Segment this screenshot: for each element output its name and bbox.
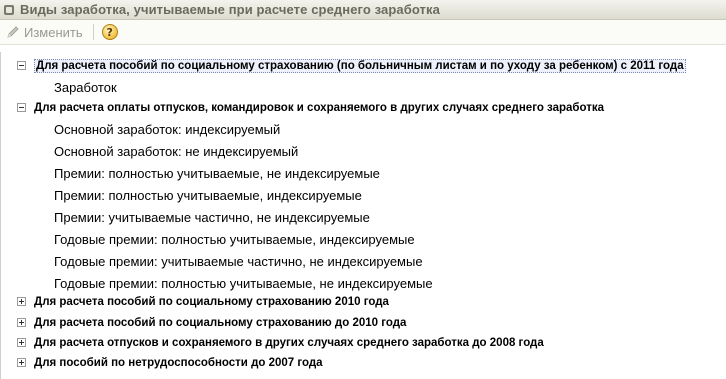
tree-row-label: Для расчета пособий по социальному страх… <box>34 317 407 329</box>
pencil-icon <box>7 26 19 38</box>
tree-row-label: Премии: полностью учитываемые, индексиру… <box>54 187 362 203</box>
tree-group-row[interactable]: Для пособий по нетрудоспособности до 200… <box>1 353 726 373</box>
tree-item-row[interactable]: Основной заработок: индексируемый <box>1 119 726 139</box>
tree-group-row[interactable]: Для расчета пособий по социальному страх… <box>1 56 726 76</box>
window-title: Виды заработка, учитываемые при расчете … <box>20 2 440 17</box>
expand-icon[interactable] <box>17 358 26 367</box>
edit-button-label: Изменить <box>24 24 83 40</box>
tree-item-row[interactable]: Премии: полностью учитываемые, индексиру… <box>1 185 726 205</box>
tree-item-row[interactable]: Годовые премии: полностью учитываемые, н… <box>1 273 726 293</box>
tree-group-row[interactable]: Для расчета пособий по социальному страх… <box>1 292 726 312</box>
tree-group-row[interactable]: Для расчета оплаты отпусков, командирово… <box>1 98 726 118</box>
expand-icon[interactable] <box>17 318 26 327</box>
earnings-tree[interactable]: Для расчета пособий по социальному страх… <box>0 52 726 379</box>
tree-item-row[interactable]: Основной заработок: не индексируемый <box>1 141 726 161</box>
tree-row-label: Для расчета пособий по социальному страх… <box>34 296 389 308</box>
tree-row-label: Для расчета отпусков и сохраняемого в др… <box>34 337 544 349</box>
tree-group-row[interactable]: Для расчета отпусков и сохраняемого в др… <box>1 333 726 353</box>
tree-group-row[interactable]: Для расчета пособий по социальному страх… <box>1 313 726 333</box>
tree-row-label: Для расчета пособий по социальному страх… <box>34 59 686 73</box>
tree-row-label: Основной заработок: не индексируемый <box>54 143 299 159</box>
tree-row-label: Годовые премии: полностью учитываемые, и… <box>54 231 415 247</box>
tree-row-label: Для пособий по нетрудоспособности до 200… <box>34 357 323 369</box>
collapse-icon[interactable] <box>17 61 26 70</box>
collapse-icon[interactable] <box>17 103 26 112</box>
edit-button[interactable]: Изменить <box>6 22 83 42</box>
tree-item-row[interactable]: Премии: учитываемые частично, не индекси… <box>1 207 726 227</box>
expand-icon[interactable] <box>17 297 26 306</box>
window-title-bar[interactable]: Виды заработка, учитываемые при расчете … <box>0 0 726 20</box>
tree-row-label: Годовые премии: учитываемые частично, не… <box>54 253 423 269</box>
tree-row-label: Основной заработок: индексируемый <box>54 121 281 137</box>
tree-item-row[interactable]: Годовые премии: полностью учитываемые, и… <box>1 229 726 249</box>
window-icon <box>4 4 14 15</box>
tree-row-label: Премии: учитываемые частично, не индекси… <box>54 209 370 225</box>
expand-icon[interactable] <box>17 338 26 347</box>
toolbar: Изменить ? <box>0 20 726 45</box>
tree-row-label: Для расчета оплаты отпусков, командирово… <box>34 102 605 114</box>
tree-item-row[interactable]: Заработок <box>1 77 726 97</box>
tree-row-label: Премии: полностью учитываемые, не индекс… <box>54 165 380 181</box>
help-icon[interactable]: ? <box>101 24 118 40</box>
tree-row-label: Заработок <box>54 79 117 95</box>
tree-row-label: Годовые премии: полностью учитываемые, н… <box>54 275 433 291</box>
tree-item-row[interactable]: Годовые премии: учитываемые частично, не… <box>1 251 726 271</box>
toolbar-separator <box>92 24 94 40</box>
tree-item-row[interactable]: Премии: полностью учитываемые, не индекс… <box>1 163 726 183</box>
